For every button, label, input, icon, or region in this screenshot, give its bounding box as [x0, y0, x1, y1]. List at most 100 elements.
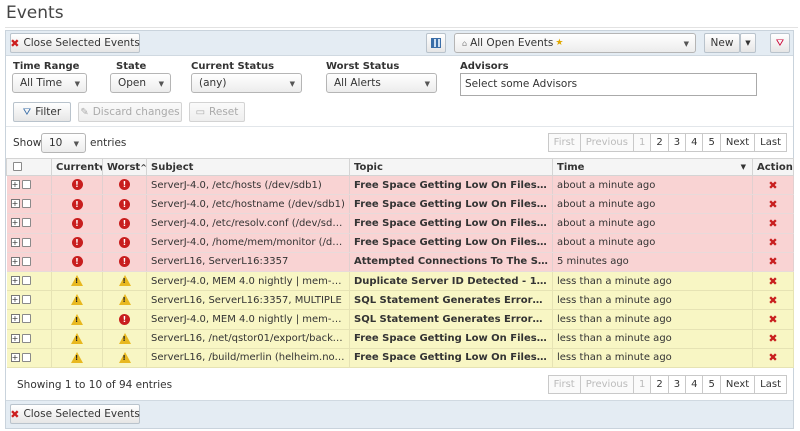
close-selected-label: Close Selected Events	[23, 37, 140, 49]
expand-row-icon[interactable]: +	[10, 199, 20, 209]
topic-cell[interactable]: Free Space Getting Low On Filesystem ...	[349, 175, 553, 196]
next-page-button[interactable]: Next	[719, 375, 756, 394]
close-event-icon[interactable]: ✖	[768, 294, 777, 307]
current-warning-icon	[71, 352, 83, 364]
next-page-button[interactable]: Next	[719, 133, 756, 152]
expand-row-icon[interactable]: +	[10, 295, 20, 305]
topic-cell[interactable]: Free Space Getting Low On Filesystem ...	[349, 213, 553, 234]
columns-toggle-button[interactable]	[426, 33, 446, 53]
close-event-icon[interactable]: ✖	[768, 236, 777, 249]
first-page-button[interactable]: First	[547, 375, 581, 394]
expand-row-icon[interactable]: +	[10, 256, 20, 266]
table-row[interactable]: + ServerL16, ServerL16:3357, MULTIPLESQL …	[6, 290, 794, 311]
page-5-button[interactable]: 5	[702, 375, 721, 394]
subject-column-header[interactable]: Subject	[146, 158, 350, 176]
topic-cell[interactable]: SQL Statement Generates Errors or Wa...	[349, 290, 553, 311]
table-row[interactable]: +!! ServerL16, ServerL16:3357 Attempted Co…	[6, 252, 794, 272]
filter-button[interactable]: ⛛ Filter	[13, 102, 71, 122]
row-checkbox[interactable]	[21, 180, 31, 190]
advisors-input[interactable]: Select some Advisors	[460, 73, 757, 96]
page-4-button[interactable]: 4	[685, 375, 704, 394]
select-all-header[interactable]	[6, 158, 52, 176]
page-4-button[interactable]: 4	[685, 133, 704, 152]
page-1-button[interactable]: 1	[632, 133, 652, 152]
page-2-button[interactable]: 2	[650, 375, 669, 394]
topic-cell[interactable]: Attempted Connections To The Server ...	[349, 252, 553, 272]
table-row[interactable]: + ServerL16, /build/merlin (helheim.no.or…	[6, 348, 794, 368]
table-row[interactable]: +! ServerJ-4.0, MEM 4.0 nightly | mem-nig…	[6, 309, 794, 330]
current-status-select[interactable]: (any) ▼	[191, 73, 302, 93]
actions-cell: ✖	[752, 233, 794, 253]
topic-cell[interactable]: Free Space Getting Low On Filesystem ...	[349, 233, 553, 253]
current-status-cell: !	[51, 175, 103, 196]
close-event-icon[interactable]: ✖	[768, 351, 777, 364]
discard-changes-button[interactable]: ✎ Discard changes	[78, 102, 182, 122]
close-selected-events-button[interactable]: ✖ Close Selected Events	[10, 404, 140, 424]
reset-button[interactable]: ▭ Reset	[189, 102, 245, 122]
time-range-select[interactable]: All Time ▼	[12, 73, 87, 93]
table-row[interactable]: +!! ServerJ-4.0, /etc/resolv.conf (/dev/s…	[6, 213, 794, 234]
close-event-icon[interactable]: ✖	[768, 255, 777, 268]
page-3-button[interactable]: 3	[667, 375, 687, 394]
row-checkbox[interactable]	[21, 237, 31, 247]
topic-cell[interactable]: Duplicate Server ID Detected - 1234567..…	[349, 271, 553, 292]
select-all-checkbox[interactable]	[13, 162, 22, 171]
row-checkbox[interactable]	[21, 295, 31, 305]
close-event-icon[interactable]: ✖	[768, 179, 777, 192]
current-header-label: Current	[56, 161, 100, 173]
row-checkbox[interactable]	[21, 256, 31, 266]
topic-column-header[interactable]: Topic	[349, 158, 553, 176]
expand-row-icon[interactable]: +	[10, 237, 20, 247]
time-column-header[interactable]: Time ▼	[552, 158, 753, 176]
page-length-select[interactable]: 10 ▼	[41, 133, 86, 153]
topic-cell[interactable]: Free Space Getting Low On Filesystem ...	[349, 194, 553, 215]
table-row[interactable]: +!! ServerJ-4.0, /etc/hosts (/dev/sdb1) Fr…	[6, 175, 794, 196]
topic-cell[interactable]: SQL Statement Generates Errors or Wa...	[349, 309, 553, 330]
state-select[interactable]: Open ▼	[110, 73, 171, 93]
previous-page-button[interactable]: Previous	[579, 133, 634, 152]
close-event-icon[interactable]: ✖	[768, 217, 777, 230]
close-event-icon[interactable]: ✖	[768, 313, 777, 326]
close-event-icon[interactable]: ✖	[768, 198, 777, 211]
expand-row-icon[interactable]: +	[10, 180, 20, 190]
clear-filter-button[interactable]: ⛛	[770, 33, 790, 53]
new-dropdown-button[interactable]: ▼	[740, 33, 756, 53]
close-selected-events-button[interactable]: ✖ Close Selected Events	[10, 33, 140, 53]
expand-row-icon[interactable]: +	[10, 218, 20, 228]
first-page-button[interactable]: First	[547, 133, 581, 152]
topic-cell[interactable]: Free Space Getting Low On Filesystem ...	[349, 329, 553, 349]
expand-row-icon[interactable]: +	[10, 352, 20, 362]
page-5-button[interactable]: 5	[702, 133, 721, 152]
worst-column-header[interactable]: Worst^	[102, 158, 147, 176]
close-event-icon[interactable]: ✖	[768, 332, 777, 345]
row-checkbox[interactable]	[21, 352, 31, 362]
last-page-button[interactable]: Last	[754, 133, 787, 152]
row-checkbox[interactable]	[21, 333, 31, 343]
saved-view-select[interactable]: ⌂ All Open Events ★ ▼	[454, 33, 696, 53]
row-checkbox[interactable]	[21, 314, 31, 324]
new-button[interactable]: New	[704, 33, 740, 53]
last-page-button[interactable]: Last	[754, 375, 787, 394]
current-column-header[interactable]: Current▼	[51, 158, 103, 176]
row-checkbox[interactable]	[21, 276, 31, 286]
expand-row-icon[interactable]: +	[10, 314, 20, 324]
close-event-icon[interactable]: ✖	[768, 275, 777, 288]
worst-critical-icon: !	[119, 217, 130, 229]
previous-page-button[interactable]: Previous	[579, 375, 634, 394]
table-row[interactable]: + ServerL16, /net/qstor01/export/backupr.…	[6, 329, 794, 349]
table-row[interactable]: +!! ServerJ-4.0, /etc/hostname (/dev/sdb1…	[6, 194, 794, 215]
worst-warning-icon	[118, 275, 131, 287]
page-2-button[interactable]: 2	[650, 133, 669, 152]
expand-row-icon[interactable]: +	[10, 276, 20, 286]
row-checkbox[interactable]	[21, 199, 31, 209]
expand-row-icon[interactable]: +	[10, 333, 20, 343]
topic-cell[interactable]: Free Space Getting Low On Filesystem ...	[349, 348, 553, 368]
worst-status-select[interactable]: All Alerts ▼	[326, 73, 437, 93]
table-row[interactable]: + ServerJ-4.0, MEM 4.0 nightly | mem-nigh…	[6, 271, 794, 292]
time-cell: about a minute ago	[552, 233, 753, 253]
row-controls: +	[6, 175, 52, 196]
row-checkbox[interactable]	[21, 218, 31, 228]
page-1-button[interactable]: 1	[632, 375, 652, 394]
page-3-button[interactable]: 3	[667, 133, 687, 152]
table-row[interactable]: +!! ServerJ-4.0, /home/mem/monitor (/dev/…	[6, 233, 794, 253]
